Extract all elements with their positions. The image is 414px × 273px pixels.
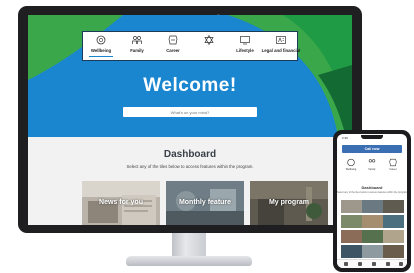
phone-tile[interactable]	[362, 215, 383, 228]
dashboard-title: Dashboard	[163, 149, 217, 160]
wellbeing-icon	[96, 35, 106, 45]
phone-tile[interactable]	[362, 200, 383, 213]
phone-dashboard-subtitle: Select any of the tiles below to access …	[337, 191, 407, 194]
career-icon	[389, 158, 397, 167]
nav-label-legal-financial: Legal and financial	[261, 48, 301, 53]
nav-item-legal-financial[interactable]: Legal and financial	[262, 32, 300, 60]
lifestyle-icon	[240, 36, 250, 45]
phone-nav-label: Family	[368, 168, 376, 171]
phone-tile[interactable]	[383, 230, 404, 243]
family-icon	[368, 159, 376, 163]
phone-tile[interactable]	[341, 200, 362, 213]
community-icon	[204, 35, 214, 45]
phone-nav-career[interactable]: Career	[383, 157, 403, 175]
phone-tab-bar	[337, 259, 407, 268]
tile-label: My program	[268, 199, 310, 206]
phone-nav-wellbeing[interactable]: Wellbeing	[341, 157, 361, 175]
profile-tab-icon[interactable]	[386, 262, 390, 266]
chat-tab-icon[interactable]	[372, 262, 376, 266]
tile-news-for-you[interactable]: News for you	[82, 181, 160, 225]
phone-tile[interactable]	[362, 230, 383, 243]
search-input[interactable]	[123, 107, 257, 117]
active-underline	[89, 56, 113, 57]
phone-tile[interactable]	[383, 215, 404, 228]
carousel-dots[interactable]	[182, 172, 198, 185]
phone-screen: 2:30 Call now Wellbeing Family Career Da…	[337, 134, 407, 268]
welcome-heading: Welcome!	[143, 75, 237, 96]
menu-tab-icon[interactable]	[399, 262, 403, 266]
phone-tile[interactable]	[341, 215, 362, 228]
website-screen: Wellbeing Family Career Lifestyle Legal …	[28, 15, 352, 225]
phone-nav-label: Career	[389, 168, 397, 171]
hero-banner: Wellbeing Family Career Lifestyle Legal …	[28, 15, 352, 137]
phone-time: 2:30	[342, 136, 348, 140]
phone-nav-label: Wellbeing	[345, 168, 357, 171]
tile-my-program[interactable]: My program	[250, 181, 328, 225]
home-tab-icon[interactable]	[344, 262, 348, 266]
phone-tile[interactable]	[383, 245, 404, 258]
phone-dashboard-title: Dashboard	[361, 185, 383, 190]
nav-item-lifestyle[interactable]: Lifestyle	[227, 32, 263, 60]
phone-notch	[361, 135, 383, 139]
phone-tile[interactable]	[383, 200, 404, 213]
phone-tile[interactable]	[341, 245, 362, 258]
category-nav: Wellbeing Family Career Lifestyle Legal …	[82, 31, 300, 61]
tile-label: Monthly feature	[178, 199, 232, 206]
monitor-stand-base	[126, 256, 252, 266]
family-icon	[132, 36, 142, 44]
phone-nav-family[interactable]: Family	[362, 157, 382, 175]
phone-tile[interactable]	[362, 245, 383, 258]
search-tab-icon[interactable]	[358, 262, 362, 266]
dashboard-subtitle: Select any of the tiles below to access …	[126, 164, 254, 169]
wellbeing-icon	[347, 158, 355, 167]
nav-item-community[interactable]	[191, 32, 227, 60]
nav-item-wellbeing[interactable]: Wellbeing	[83, 32, 119, 60]
tile-monthly-feature[interactable]: Monthly feature	[166, 181, 244, 225]
tile-label: News for you	[99, 199, 143, 206]
nav-label-career: Career	[166, 48, 180, 53]
career-icon	[168, 35, 178, 45]
call-now-button[interactable]: Call now	[342, 145, 402, 153]
legal-financial-icon	[276, 36, 286, 44]
nav-item-career[interactable]: Career	[155, 32, 191, 60]
phone-tile[interactable]	[341, 230, 362, 243]
nav-item-family[interactable]: Family	[119, 32, 155, 60]
